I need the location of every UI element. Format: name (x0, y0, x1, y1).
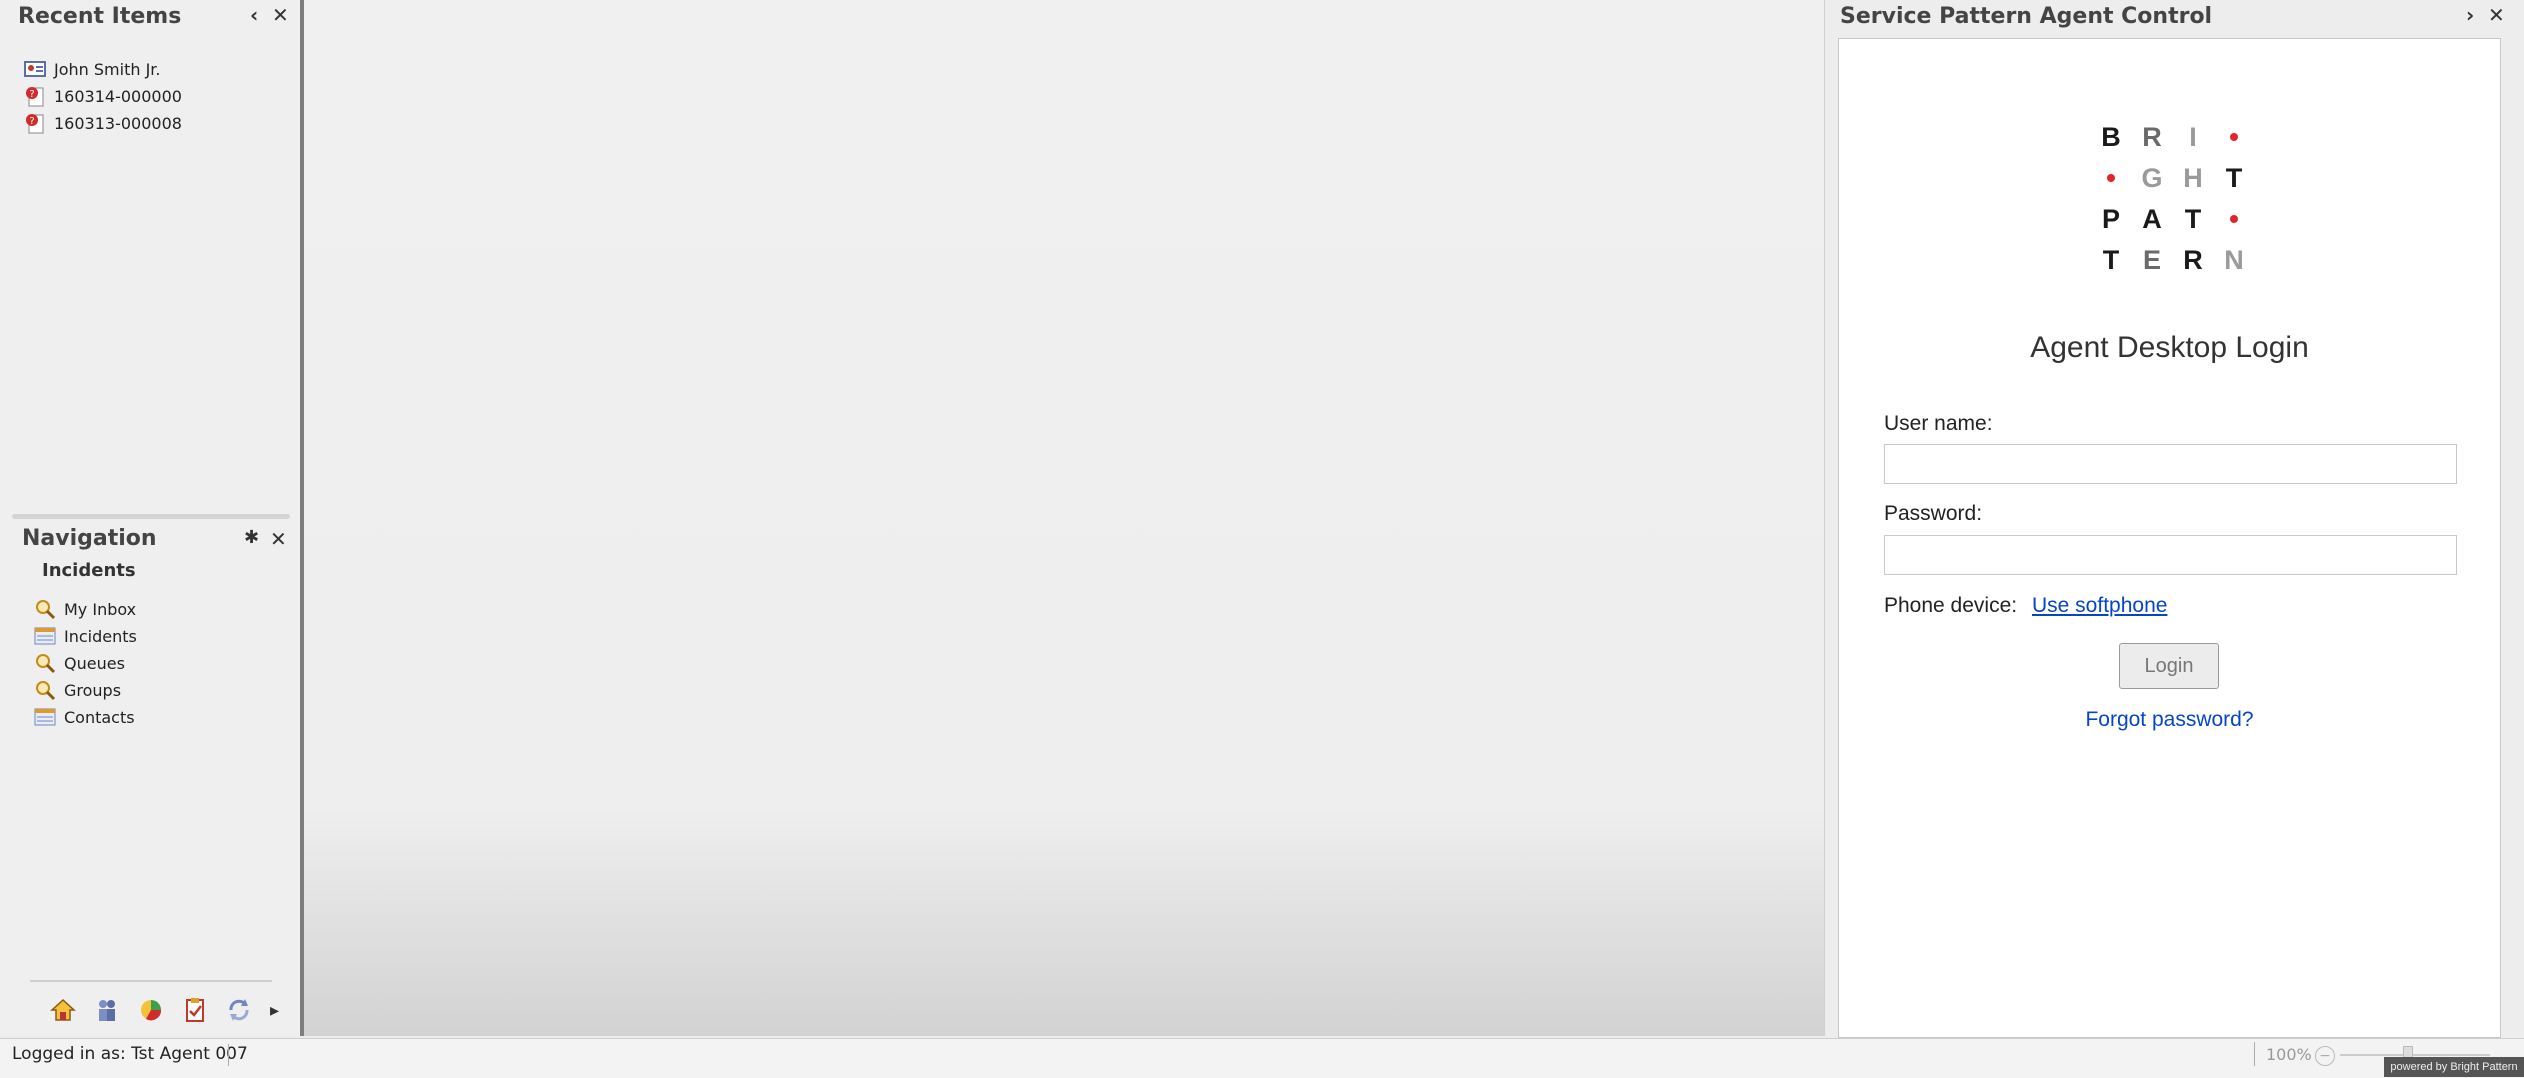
nav-item-contacts[interactable]: Contacts (34, 706, 135, 728)
nav-item-label: Contacts (64, 707, 135, 727)
recent-item-label: John Smith Jr. (54, 59, 161, 79)
logo-letter: T (2102, 245, 2120, 275)
logo-letter: N (2224, 245, 2244, 275)
phone-device-label: Phone device: (1884, 594, 2018, 617)
login-frame: B R I G H T P A T T E R N Agent Desktop … (1838, 38, 2501, 1038)
recent-item-label: 160314-000000 (54, 86, 182, 106)
nav-bottom-separator (30, 980, 272, 982)
users-icon[interactable] (94, 997, 120, 1023)
recent-item[interactable]: ? 160313-000008 (24, 112, 182, 134)
incident-icon: ? (24, 85, 46, 107)
username-input[interactable] (1884, 444, 2457, 484)
agent-control-title: Service Pattern Agent Control (1840, 4, 2213, 29)
recent-item-label: 160313-000008 (54, 113, 182, 133)
home-icon[interactable] (50, 997, 76, 1023)
navigation-title: Navigation (22, 526, 157, 551)
zoom-out-button[interactable]: − (2315, 1046, 2335, 1066)
logo-dot (2230, 133, 2238, 141)
nav-bottom-toolbar: ▸ (50, 997, 279, 1023)
username-label: User name: (1884, 412, 1993, 435)
close-agent-control-icon[interactable]: ✕ (2488, 3, 2505, 27)
logo-letter: B (2101, 122, 2121, 152)
magnifier-icon (34, 652, 56, 674)
panel-splitter[interactable] (12, 514, 290, 519)
logo-letter: E (2142, 245, 2161, 275)
recent-items-title: Recent Items (18, 4, 182, 29)
status-bar (0, 1038, 2524, 1078)
navigation-section-title: Incidents (42, 560, 136, 581)
left-panel: Recent Items ‹ ✕ John Smith Jr. ? 160314… (0, 0, 300, 1036)
svg-text:?: ? (29, 89, 34, 100)
magnifier-icon (34, 679, 56, 701)
nav-item-label: Groups (64, 680, 122, 700)
logo-letter: T (2184, 204, 2202, 234)
close-navigation-icon[interactable]: ✕ (270, 527, 287, 551)
contact-card-icon (24, 58, 46, 80)
zoom-slider[interactable] (2340, 1054, 2490, 1056)
nav-item-label: Incidents (64, 626, 137, 646)
close-recent-items-icon[interactable]: ✕ (272, 3, 289, 27)
logo-dot (2230, 215, 2238, 223)
logo-letter: H (2183, 163, 2203, 193)
login-button[interactable]: Login (2119, 643, 2219, 689)
nav-item-label: Queues (64, 653, 125, 673)
logo-letter: R (2183, 245, 2203, 275)
recent-item[interactable]: ? 160314-000000 (24, 85, 182, 107)
recent-item[interactable]: John Smith Jr. (24, 58, 160, 80)
status-divider (2254, 1042, 2255, 1066)
logo-letter: R (2142, 122, 2162, 152)
password-label: Password: (1884, 502, 1983, 525)
svg-text:?: ? (29, 116, 34, 127)
logo-dot (2107, 174, 2115, 182)
main-content-area (304, 0, 1824, 1036)
magnifier-icon (34, 598, 56, 620)
bright-pattern-logo: B R I G H T P A T T E R N (2091, 117, 2255, 281)
zoom-level: 100% (2266, 1045, 2312, 1064)
nav-item-my-inbox[interactable]: My Inbox (34, 598, 136, 620)
report-icon (34, 625, 56, 647)
logo-letter: T (2225, 163, 2243, 193)
powered-by-badge: powered by Bright Pattern (2384, 1057, 2524, 1077)
logo-letter: A (2142, 204, 2162, 234)
password-input[interactable] (1884, 535, 2457, 575)
nav-item-queues[interactable]: Queues (34, 652, 125, 674)
more-arrow-icon[interactable]: ▸ (270, 1000, 279, 1021)
forgot-password-link[interactable]: Forgot password? (1839, 708, 2500, 732)
collapse-left-icon[interactable]: ‹ (250, 3, 258, 27)
nav-item-label: My Inbox (64, 599, 137, 619)
sync-icon[interactable] (226, 997, 252, 1023)
logo-letter: P (2101, 204, 2120, 234)
gear-icon[interactable]: ✱ (244, 527, 259, 548)
nav-item-groups[interactable]: Groups (34, 679, 121, 701)
report-icon (34, 706, 56, 728)
analytics-icon[interactable] (138, 997, 164, 1023)
nav-item-incidents[interactable]: Incidents (34, 625, 137, 647)
status-divider (228, 1044, 229, 1066)
login-heading: Agent Desktop Login (2030, 331, 2309, 364)
incident-icon: ? (24, 112, 46, 134)
logged-in-status: Logged in as: Tst Agent 007 (12, 1044, 248, 1064)
tasks-icon[interactable] (182, 997, 208, 1023)
logo-letter: G (2141, 163, 2163, 193)
logo-letter: I (2189, 122, 2197, 152)
use-softphone-link[interactable]: Use softphone (2032, 594, 2167, 618)
collapse-right-icon[interactable]: › (2466, 3, 2474, 27)
